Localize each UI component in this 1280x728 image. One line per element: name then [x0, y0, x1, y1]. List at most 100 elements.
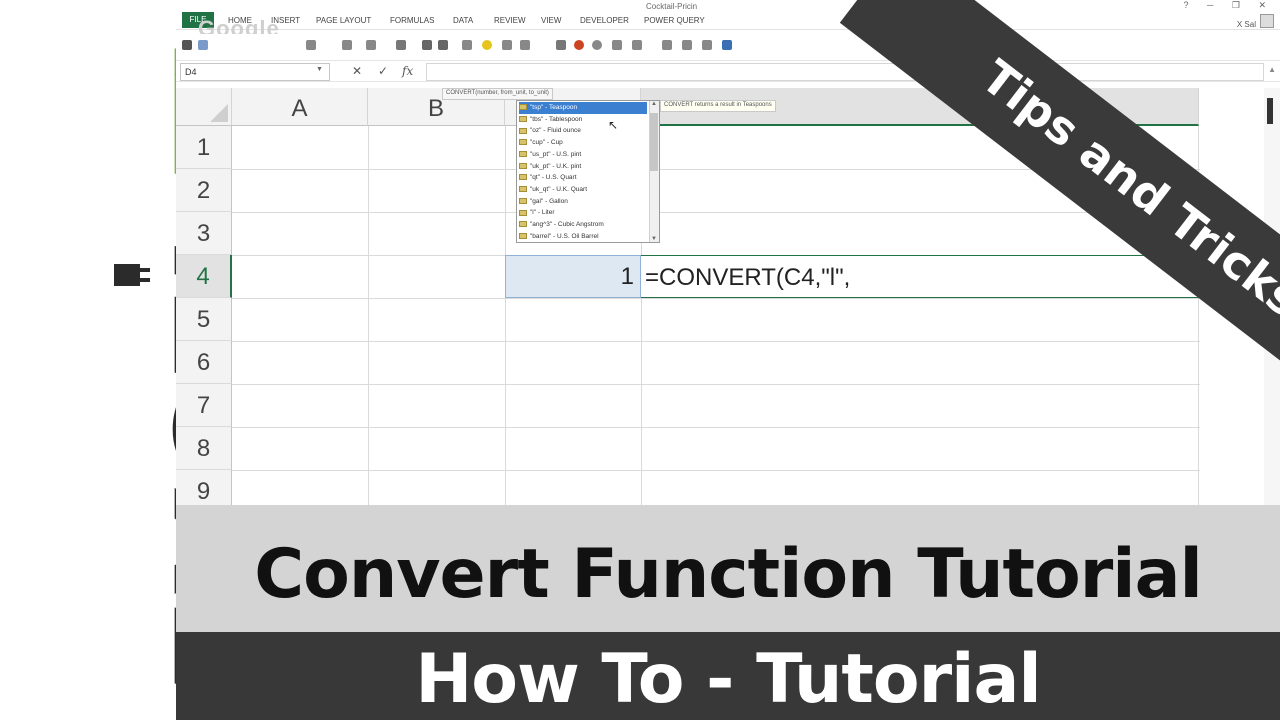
filter-icon[interactable] — [438, 40, 448, 50]
unit-icon — [519, 151, 527, 158]
document-title: Cocktail-Pricin — [646, 2, 698, 11]
user-name[interactable]: X Sal — [1237, 20, 1256, 29]
link-icon[interactable] — [612, 40, 622, 50]
dropdown-item[interactable]: "cup" - Cup — [519, 137, 647, 149]
unit-icon — [519, 162, 527, 169]
copy-icon[interactable] — [502, 40, 512, 50]
excel-window: FILE HOME INSERT PAGE LAYOUT FORMULAS DA… — [176, 0, 1280, 505]
row-header-2[interactable]: 2 — [176, 169, 232, 212]
tab-page-layout[interactable]: PAGE LAYOUT — [316, 16, 371, 25]
tab-power-query[interactable]: POWER QUERY — [644, 16, 705, 25]
scroll-down-icon[interactable]: ▼ — [651, 236, 657, 242]
tab-view[interactable]: VIEW — [541, 16, 561, 25]
unit-icon — [519, 232, 527, 239]
select-all-button[interactable] — [176, 88, 232, 126]
font-size-icon[interactable] — [342, 40, 352, 50]
borders-icon[interactable] — [366, 40, 376, 50]
cell-d4-editing[interactable]: =CONVERT(C4,"l", — [641, 255, 1200, 298]
excel-tv-logo: EXCELTV — [0, 0, 176, 720]
cancel-icon[interactable]: ✕ — [352, 64, 362, 78]
grid-line — [232, 341, 1200, 342]
row-header-8[interactable]: 8 — [176, 427, 232, 470]
print-icon[interactable] — [306, 40, 316, 50]
row-header-5[interactable]: 5 — [176, 298, 232, 341]
cell-c4[interactable]: 1 — [505, 255, 641, 298]
row-header-4[interactable]: 4 — [176, 255, 232, 298]
undo-icon[interactable] — [198, 40, 208, 50]
dropdown-item[interactable]: "uk_pt" - U.K. pint — [519, 161, 647, 173]
formula-input[interactable] — [426, 63, 1264, 81]
row-header-9[interactable]: 9 — [176, 470, 232, 505]
unit-description-tooltip: CONVERT returns a result in Teaspoons — [660, 100, 776, 112]
unit-icon — [519, 139, 527, 146]
dropdown-item[interactable]: "l" - Liter — [519, 207, 647, 219]
row-header-6[interactable]: 6 — [176, 341, 232, 384]
sort-icon[interactable] — [396, 40, 406, 50]
lock-icon[interactable] — [520, 40, 530, 50]
logo-wordmark: EXCELTV — [146, 0, 176, 708]
unit-icon — [519, 186, 527, 193]
grid-line — [505, 126, 506, 505]
dropdown-item[interactable]: "oz" - Fluid ounce — [519, 125, 647, 137]
grid-line — [368, 126, 369, 505]
unit-icon — [519, 115, 527, 122]
window-controls[interactable]: ? ─ ❐ ✕ — [1184, 0, 1275, 11]
glasses-icon[interactable] — [632, 40, 642, 50]
bookmark-icon[interactable] — [662, 40, 672, 50]
tab-data[interactable]: DATA — [453, 16, 473, 25]
no-entry-icon[interactable] — [574, 40, 584, 50]
tab-review[interactable]: REVIEW — [494, 16, 526, 25]
enter-icon[interactable]: ✓ — [378, 64, 388, 78]
dropdown-item[interactable]: "uk_qt" - U.K. Quart — [519, 184, 647, 196]
tab-developer[interactable]: DEVELOPER — [580, 16, 629, 25]
name-box[interactable]: D4 — [180, 63, 330, 81]
video-title: Convert Function Tutorial — [254, 535, 1203, 614]
dropdown-item[interactable]: "gal" - Gallon — [519, 196, 647, 208]
dropdown-item[interactable]: "tsp" - Teaspoon — [519, 102, 647, 114]
grid-line — [232, 470, 1200, 471]
flag-icon[interactable] — [722, 40, 732, 50]
row-header-3[interactable]: 3 — [176, 212, 232, 255]
avatar[interactable] — [1260, 14, 1274, 28]
dropdown-item[interactable]: "us_pt" - U.S. pint — [519, 149, 647, 161]
quick-access-toolbar — [176, 34, 1280, 56]
paste-icon[interactable] — [462, 40, 472, 50]
column-header-a[interactable]: A — [232, 88, 368, 126]
comment-icon[interactable] — [702, 40, 712, 50]
smiley-icon[interactable] — [482, 40, 492, 50]
plug-icon — [114, 264, 150, 286]
emoji-icon[interactable] — [592, 40, 602, 50]
unit-icon — [519, 174, 527, 181]
grid-line — [232, 384, 1200, 385]
dropdown-item[interactable]: "ang^3" - Cubic Angstrom — [519, 219, 647, 231]
unit-icon — [519, 104, 527, 111]
tab-formulas[interactable]: FORMULAS — [390, 16, 434, 25]
grid-line — [232, 212, 1200, 213]
mouse-pointer-icon: ↖ — [608, 118, 619, 132]
unit-icon — [519, 197, 527, 204]
video-subtitle: How To - Tutorial — [415, 640, 1041, 719]
dropdown-item[interactable]: "tbs" - Tablespoon — [519, 114, 647, 126]
unit-icon — [519, 221, 527, 228]
camera-icon[interactable] — [556, 40, 566, 50]
row-header-7[interactable]: 7 — [176, 384, 232, 427]
chart-icon[interactable] — [682, 40, 692, 50]
format-icon[interactable] — [422, 40, 432, 50]
dropdown-scrollbar[interactable]: ▲ ▼ — [649, 101, 659, 242]
function-argument-tooltip[interactable]: CONVERT(number, from_unit, to_unit) — [442, 88, 553, 100]
grid-line — [232, 427, 1200, 428]
dropdown-item[interactable]: "barrel" - U.S. Oil Barrel — [519, 231, 647, 242]
name-box-dropdown-icon[interactable]: ▼ — [316, 66, 323, 73]
scroll-up-icon[interactable]: ▲ — [651, 101, 657, 107]
insert-function-button[interactable]: fx — [402, 64, 413, 78]
unit-icon — [519, 209, 527, 216]
autocomplete-dropdown[interactable]: "tsp" - Teaspoon "tbs" - Tablespoon "oz"… — [516, 100, 660, 243]
dropdown-item[interactable]: "qt" - U.S. Quart — [519, 172, 647, 184]
formula-bar: D4 ▼ ✕ ✓ fx ▲ — [176, 60, 1280, 82]
title-bar-main: Convert Function Tutorial — [176, 505, 1280, 632]
row-header-1[interactable]: 1 — [176, 126, 232, 169]
expand-formula-icon[interactable]: ▲ — [1268, 65, 1276, 74]
scrollbar-thumb[interactable] — [1267, 98, 1273, 124]
save-icon[interactable] — [182, 40, 192, 50]
scrollbar-thumb[interactable] — [650, 113, 658, 171]
